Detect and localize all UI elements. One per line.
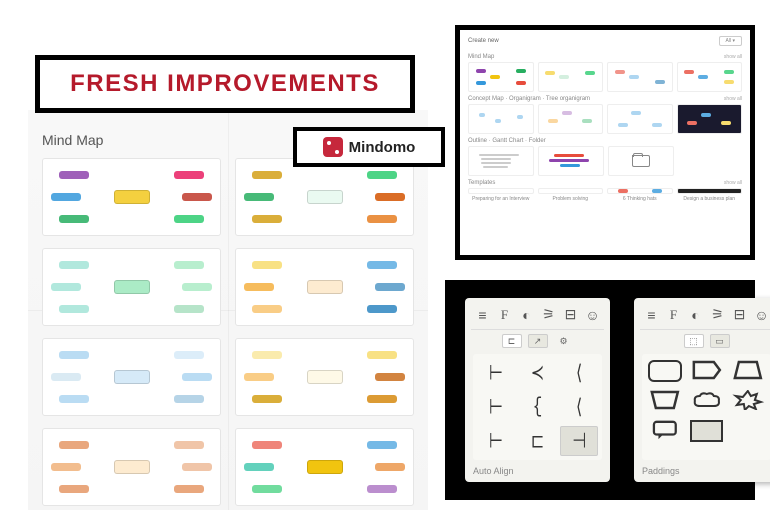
template-card[interactable] <box>468 104 534 134</box>
structure-icon[interactable]: ⊟ <box>732 306 747 323</box>
align-option[interactable]: ⊢ <box>477 426 515 456</box>
structure-icon[interactable]: ⊟ <box>563 306 578 323</box>
font-icon[interactable]: F <box>497 307 512 323</box>
align-option[interactable]: { <box>519 392 557 422</box>
tool-subtabs: ⊏ ↗ ⚙ <box>471 330 604 352</box>
layout-icon[interactable]: ⚞ <box>710 306 725 323</box>
show-all-link[interactable]: show all <box>724 96 742 102</box>
template-card[interactable] <box>468 62 534 92</box>
panel-caption: Paddings <box>640 462 770 476</box>
folder-icon <box>632 155 650 167</box>
menu-icon[interactable]: ≡ <box>644 307 659 323</box>
mindmap-template-thumb[interactable] <box>235 338 414 416</box>
mindmap-template-thumb[interactable] <box>42 158 221 236</box>
shape-rounded-rect[interactable] <box>648 360 682 382</box>
mindmap-template-thumb[interactable] <box>42 428 221 506</box>
paddings-panel: ≡ F ◐ ⚞ ⊟ ☺ ⬚ ▭ Paddings <box>634 298 770 482</box>
align-option[interactable]: ⟨ <box>560 392 598 422</box>
show-all-link[interactable]: show all <box>724 54 742 60</box>
banner-box: FRESH IMPROVEMENTS <box>35 55 415 113</box>
mindmap-template-thumb[interactable] <box>235 248 414 326</box>
template-label: Preparing for an Interview <box>468 196 534 202</box>
section-title-concept: Concept Map · Organigram · Tree organigr… <box>468 96 742 102</box>
logo-text: Mindomo <box>349 139 416 156</box>
mindmap-gallery: Mind Map <box>28 110 428 510</box>
align-option[interactable]: ⊢ <box>477 358 515 388</box>
logo-box: Mindomo <box>293 127 445 167</box>
section-title-outline: Outline · Gantt Chart · Folder <box>468 138 742 144</box>
shape-trapezoid-inv[interactable] <box>648 390 682 410</box>
mindomo-icon <box>323 137 343 157</box>
shape-burst[interactable] <box>731 390 765 410</box>
align-option[interactable]: ⊢ <box>477 392 515 422</box>
template-card[interactable] <box>608 146 674 176</box>
filter-dropdown[interactable]: All ▾ <box>719 36 742 46</box>
shape-tag[interactable] <box>690 360 724 380</box>
layout-icon[interactable]: ⚞ <box>541 306 556 323</box>
subtab-padding[interactable]: ▭ <box>710 334 730 348</box>
section-title-mindmap: Mind Map show all <box>468 54 742 60</box>
emoji-icon[interactable]: ☺ <box>754 307 769 323</box>
gallery-grid <box>42 158 414 506</box>
align-option-selected[interactable]: ⊣ <box>560 426 598 456</box>
template-label: Design a business plan <box>677 196 743 202</box>
concept-templates-row <box>468 104 742 134</box>
template-card[interactable] <box>607 62 673 92</box>
mindmap-template-thumb[interactable] <box>235 428 414 506</box>
shape-callout[interactable] <box>648 420 682 440</box>
create-new-panel: Create new All ▾ Mind Map show all Conce… <box>455 25 755 260</box>
menu-icon[interactable]: ≡ <box>475 307 490 323</box>
template-card[interactable] <box>607 104 673 134</box>
boundary-icon[interactable]: ◐ <box>519 307 534 323</box>
show-all-link[interactable]: show all <box>724 180 742 186</box>
align-option[interactable]: ⟨ <box>560 358 598 388</box>
auto-align-panel: ≡ F ◐ ⚞ ⊟ ☺ ⊏ ↗ ⚙ ⊢ ≺ ⟨ ⊢ { ⟨ ⊢ ⊏ ⊣ Auto… <box>465 298 610 482</box>
template-label: 6 Thinking hats <box>607 196 673 202</box>
template-card[interactable] <box>538 104 604 134</box>
mindmap-template-thumb[interactable] <box>235 158 414 236</box>
question-cloud-icon <box>548 193 592 194</box>
subtab-shape[interactable]: ⬚ <box>684 334 704 348</box>
section-title-templates: Templates show all <box>468 180 742 186</box>
shape-cloud[interactable] <box>690 390 724 410</box>
template-card[interactable] <box>538 146 604 176</box>
banner-title: FRESH IMPROVEMENTS <box>70 70 380 98</box>
mindmap-templates-row <box>468 62 742 92</box>
tool-tabs: ≡ F ◐ ⚞ ⊟ ☺ <box>471 304 604 330</box>
align-option[interactable]: ⊏ <box>519 426 557 456</box>
template-card[interactable] <box>677 188 743 194</box>
template-label: Problem solving <box>538 196 604 202</box>
template-card[interactable] <box>468 188 534 194</box>
subtab-connector[interactable]: ↗ <box>528 334 548 348</box>
settings-icon[interactable]: ⚙ <box>554 334 574 348</box>
panel-caption: Auto Align <box>471 462 604 476</box>
subtab-layout[interactable]: ⊏ <box>502 334 522 348</box>
template-card[interactable] <box>538 62 604 92</box>
shape-rect-selected[interactable] <box>690 420 724 442</box>
templates-row: Preparing for an Interview Problem solvi… <box>468 188 742 202</box>
tool-tabs: ≡ F ◐ ⚞ ⊟ ☺ <box>640 304 770 330</box>
align-option[interactable]: ≺ <box>519 358 557 388</box>
boundary-icon[interactable]: ◐ <box>688 307 703 323</box>
template-card[interactable] <box>677 62 743 92</box>
create-new-header: Create new All ▾ <box>468 36 742 50</box>
mindmap-template-thumb[interactable] <box>42 338 221 416</box>
shape-options-grid <box>642 354 770 460</box>
create-new-title: Create new <box>468 38 499 44</box>
template-card[interactable] <box>468 146 534 176</box>
template-card[interactable] <box>538 188 604 194</box>
outline-templates-row <box>468 146 742 176</box>
emoji-icon[interactable]: ☺ <box>585 307 600 323</box>
font-icon[interactable]: F <box>666 307 681 323</box>
tool-panels-wrap: ≡ F ◐ ⚞ ⊟ ☺ ⊏ ↗ ⚙ ⊢ ≺ ⟨ ⊢ { ⟨ ⊢ ⊏ ⊣ Auto… <box>445 280 755 500</box>
template-card[interactable] <box>677 104 743 134</box>
mindmap-template-thumb[interactable] <box>42 248 221 326</box>
shape-trapezoid[interactable] <box>731 360 765 380</box>
tool-subtabs: ⬚ ▭ <box>640 330 770 352</box>
template-card[interactable] <box>607 188 673 194</box>
align-options-grid: ⊢ ≺ ⟨ ⊢ { ⟨ ⊢ ⊏ ⊣ <box>473 354 602 460</box>
